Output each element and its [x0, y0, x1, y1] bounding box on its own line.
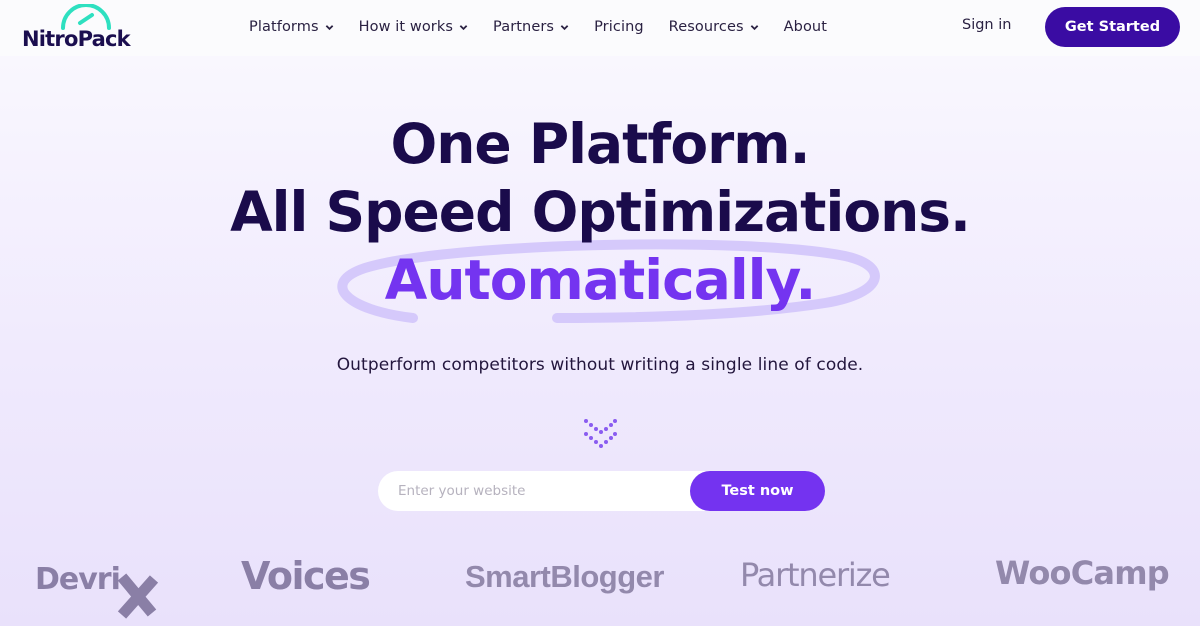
get-started-button[interactable]: Get Started	[1045, 7, 1180, 47]
chevron-down-icon	[459, 24, 468, 30]
website-test-form: Test now	[378, 471, 825, 511]
main-nav: Platforms How it works Partners Pricing …	[249, 16, 852, 38]
nav-label: Partners	[493, 19, 555, 35]
devrix-logo-text: Devri	[35, 562, 121, 597]
woocamp-logo: WooCamp	[995, 554, 1170, 592]
test-now-button[interactable]: Test now	[690, 471, 825, 511]
hero-subtitle: Outperform competitors without writing a…	[336, 355, 864, 375]
chevron-down-icon	[560, 24, 569, 30]
nav-partners[interactable]: Partners	[493, 16, 569, 38]
hero-heading-line-3: Automatically.	[384, 248, 817, 312]
hero-heading-line-1: One Platform.	[390, 112, 811, 176]
sign-in-link[interactable]: Sign in	[962, 17, 1011, 33]
nav-label: Resources	[668, 19, 744, 35]
site-header: NitroPack Platforms How it works Partner…	[0, 0, 1200, 56]
nav-how-it-works[interactable]: How it works	[359, 16, 468, 38]
hero-heading-line-2: All Speed Optimizations.	[230, 180, 971, 244]
website-input[interactable]	[398, 471, 688, 511]
scroll-down-arrows-icon	[584, 419, 617, 448]
nav-label: How it works	[358, 19, 454, 35]
customer-logos: Devri Voices SmartBlogger Partnerize Woo…	[0, 545, 1200, 619]
logo-text: NitroPack	[22, 27, 131, 51]
x-mark-icon	[117, 573, 159, 619]
smartblogger-logo: SmartBlogger	[465, 559, 664, 594]
nav-label: Platforms	[249, 19, 319, 35]
chevron-down-icon	[325, 24, 333, 30]
nitropack-logo[interactable]: NitroPack	[22, 4, 146, 52]
nav-about[interactable]: About	[784, 16, 827, 38]
partnerize-logo: Partnerize	[740, 556, 891, 594]
nav-platforms[interactable]: Platforms	[249, 16, 334, 38]
nav-pricing[interactable]: Pricing	[594, 16, 644, 38]
nav-label: About	[783, 19, 827, 35]
voices-logo: Voices	[241, 554, 371, 598]
nav-label: Pricing	[594, 19, 644, 35]
devrix-logo: Devri	[35, 562, 159, 619]
nav-resources[interactable]: Resources	[669, 16, 759, 38]
chevron-down-icon	[750, 24, 758, 30]
